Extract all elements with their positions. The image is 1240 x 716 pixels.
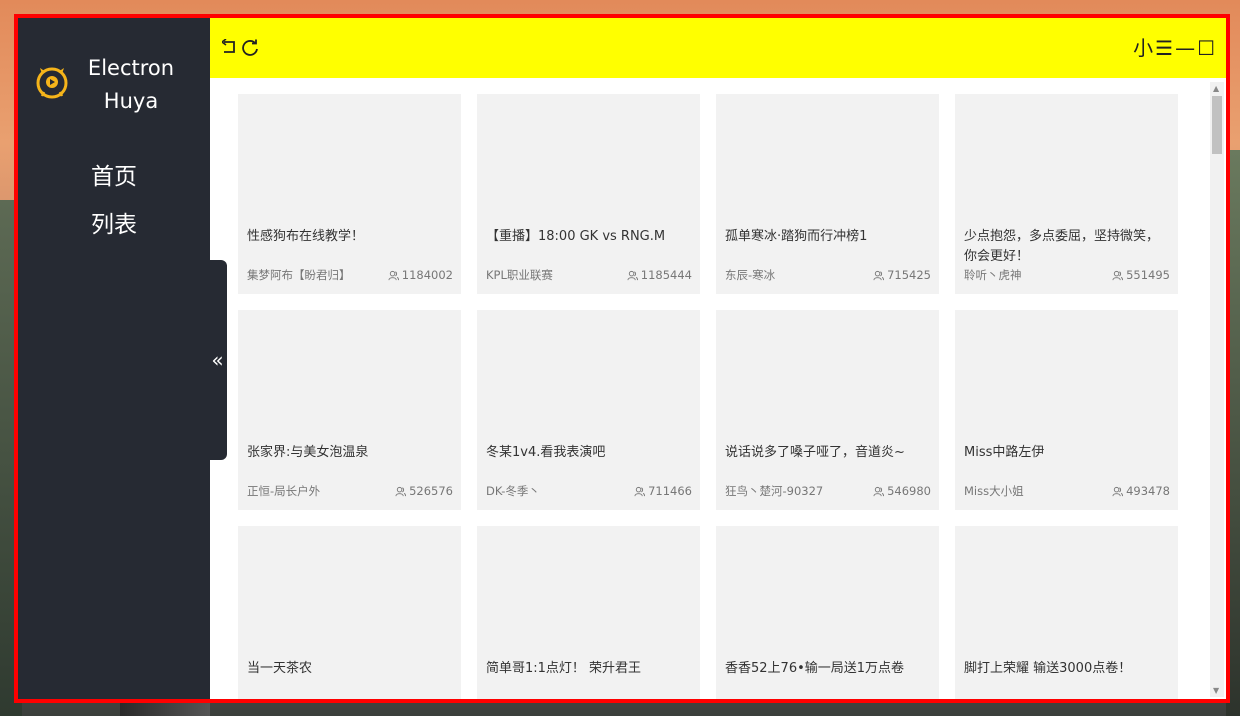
scroll-down-icon[interactable]: ▼ bbox=[1213, 686, 1219, 695]
room-title: Miss中路左伊 bbox=[964, 445, 1045, 460]
room-host: 东辰-寒冰 bbox=[725, 268, 776, 282]
sidebar-item-home[interactable]: 首页 bbox=[18, 153, 210, 201]
viewer-count: 1185444 bbox=[640, 268, 692, 282]
room-card[interactable]: 脚打上荣耀 输送3000点卷！ bbox=[955, 526, 1178, 699]
room-title: 张家界:与美女泡温泉 bbox=[247, 445, 369, 460]
room-card[interactable]: 冬某1v4.看我表演吧 DK-冬季丶 711466 bbox=[477, 310, 700, 510]
viewers-icon bbox=[634, 486, 646, 496]
viewer-count: 1184002 bbox=[401, 268, 453, 282]
viewers-icon bbox=[873, 270, 885, 280]
room-meta: Miss大小姐 493478 bbox=[964, 483, 1170, 499]
viewer-count: 526576 bbox=[409, 484, 453, 498]
viewers-icon bbox=[395, 486, 407, 496]
room-host: 聆听丶虎神 bbox=[964, 268, 1022, 282]
viewers-icon bbox=[1112, 486, 1124, 496]
room-title: 脚打上荣耀 输送3000点卷！ bbox=[964, 661, 1132, 676]
viewer-count: 711466 bbox=[648, 484, 692, 498]
top-toolbar: 小 ☰ — ☐ bbox=[210, 18, 1226, 78]
viewers-icon bbox=[873, 486, 885, 496]
room-host: 狂鸟丶楚河-90327 bbox=[725, 484, 824, 498]
room-card[interactable]: Miss中路左伊 Miss大小姐 493478 bbox=[955, 310, 1178, 510]
room-viewers: 551495 bbox=[1112, 268, 1170, 282]
room-viewers: 711466 bbox=[634, 484, 692, 498]
room-title: 简单哥1:1点灯！ 荣升君王 bbox=[486, 661, 642, 676]
room-title: 【重播】18:00 GK vs RNG.M bbox=[486, 229, 666, 244]
room-meta: DK-冬季丶 711466 bbox=[486, 483, 692, 499]
vertical-scrollbar[interactable]: ▲ ▼ bbox=[1210, 82, 1224, 697]
room-viewers: 1185444 bbox=[627, 268, 692, 282]
app-window: Electron Huya 首页 列表 « 小 ☰ — ☐ 性感狗布在线教学！ 集… bbox=[14, 14, 1230, 703]
room-list-area: 性感狗布在线教学！ 集梦阿布【盼君归】 1184002 【重播】18:00 GK vs… bbox=[210, 78, 1226, 699]
room-viewers: 526576 bbox=[395, 484, 453, 498]
room-card[interactable]: 香香52上76•输一局送1万点卷 bbox=[716, 526, 939, 699]
sidebar: Electron Huya 首页 列表 bbox=[18, 18, 210, 699]
room-card[interactable]: 性感狗布在线教学！ 集梦阿布【盼君归】 1184002 bbox=[238, 94, 461, 294]
room-card[interactable]: 少点抱怨，多点委屈，坚持微笑，你会更好！ 聆听丶虎神 551495 bbox=[955, 94, 1178, 294]
desktop-background-boat bbox=[120, 702, 210, 716]
room-card[interactable]: 孤单寒冰·踏狗而行冲榜1 东辰-寒冰 715425 bbox=[716, 94, 939, 294]
room-title: 说话说多了嗓子哑了，音道炎~ bbox=[725, 445, 905, 460]
window-controls: 小 ☰ — ☐ bbox=[1132, 36, 1216, 60]
sidebar-item-list[interactable]: 列表 bbox=[18, 201, 210, 249]
brand: Electron Huya bbox=[18, 18, 210, 128]
room-card[interactable]: 【重播】18:00 GK vs RNG.M KPL职业联赛 1185444 bbox=[477, 94, 700, 294]
viewers-icon bbox=[1112, 270, 1124, 280]
room-card[interactable]: 张家界:与美女泡温泉 正恒-局长户外 526576 bbox=[238, 310, 461, 510]
room-title: 性感狗布在线教学！ bbox=[247, 229, 365, 244]
room-host: Miss大小姐 bbox=[964, 484, 1024, 498]
room-title: 少点抱怨，多点委屈，坚持微笑，你会更好！ bbox=[964, 229, 1160, 264]
room-host: 正恒-局长户外 bbox=[247, 484, 321, 498]
room-grid: 性感狗布在线教学！ 集梦阿布【盼君归】 1184002 【重播】18:00 GK vs… bbox=[238, 94, 1178, 699]
viewer-count: 546980 bbox=[887, 484, 931, 498]
app-title: Electron Huya bbox=[87, 56, 175, 113]
room-meta: 狂鸟丶楚河-90327 546980 bbox=[725, 483, 931, 499]
scrollbar-thumb[interactable] bbox=[1212, 96, 1222, 154]
room-meta: 东辰-寒冰 715425 bbox=[725, 267, 931, 283]
viewers-icon bbox=[388, 270, 399, 280]
viewer-count: 493478 bbox=[1126, 484, 1170, 498]
room-title: 冬某1v4.看我表演吧 bbox=[486, 445, 606, 460]
viewers-icon bbox=[627, 270, 638, 280]
room-card[interactable]: 简单哥1:1点灯！ 荣升君王 bbox=[477, 526, 700, 699]
room-host: 集梦阿布【盼君归】 bbox=[247, 268, 351, 282]
room-meta: KPL职业联赛 1185444 bbox=[486, 267, 692, 283]
room-host: DK-冬季丶 bbox=[486, 484, 540, 498]
room-host: KPL职业联赛 bbox=[486, 268, 553, 282]
room-title: 香香52上76•输一局送1万点卷 bbox=[725, 661, 905, 676]
menu-button[interactable]: ☰ bbox=[1154, 36, 1174, 60]
room-viewers: 715425 bbox=[873, 268, 931, 282]
sidebar-nav: 首页 列表 bbox=[18, 153, 210, 249]
refresh-icon[interactable] bbox=[240, 38, 260, 58]
room-meta: 集梦阿布【盼君归】 1184002 bbox=[247, 267, 453, 283]
room-title: 当一天茶农 bbox=[247, 661, 313, 676]
scroll-up-icon[interactable]: ▲ bbox=[1213, 84, 1219, 93]
viewer-count: 551495 bbox=[1126, 268, 1170, 282]
minimize-button[interactable]: — bbox=[1174, 36, 1196, 60]
sidebar-collapse-button[interactable]: « bbox=[208, 260, 227, 460]
back-icon[interactable] bbox=[222, 39, 238, 55]
huya-logo-icon bbox=[36, 67, 68, 99]
room-meta: 正恒-局长户外 526576 bbox=[247, 483, 453, 499]
maximize-button[interactable]: ☐ bbox=[1196, 36, 1216, 60]
room-card[interactable]: 说话说多了嗓子哑了，音道炎~ 狂鸟丶楚河-90327 546980 bbox=[716, 310, 939, 510]
room-title: 孤单寒冰·踏狗而行冲榜1 bbox=[725, 229, 868, 244]
room-viewers: 546980 bbox=[873, 484, 931, 498]
viewer-count: 715425 bbox=[887, 268, 931, 282]
room-viewers: 1184002 bbox=[388, 268, 453, 282]
mini-mode-button[interactable]: 小 bbox=[1132, 36, 1154, 60]
room-meta: 聆听丶虎神 551495 bbox=[964, 267, 1170, 283]
room-card[interactable]: 当一天茶农 bbox=[238, 526, 461, 699]
room-viewers: 493478 bbox=[1112, 484, 1170, 498]
